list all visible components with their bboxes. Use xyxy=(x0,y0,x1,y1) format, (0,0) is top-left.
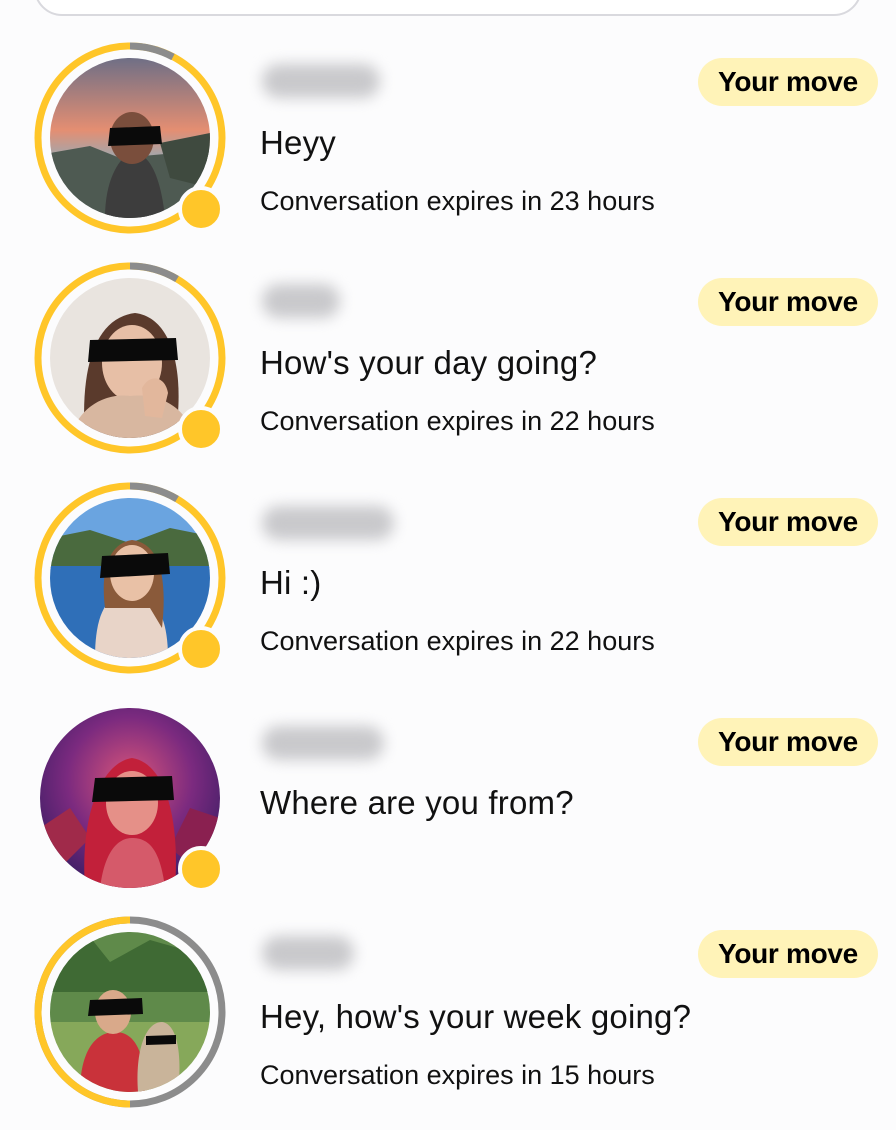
conversation-row[interactable]: Hi :) Conversation expires in 22 hours Y… xyxy=(0,478,896,698)
contact-name-redacted xyxy=(262,284,340,318)
avatar[interactable] xyxy=(32,700,228,896)
contact-name-redacted xyxy=(262,506,394,540)
avatar[interactable] xyxy=(32,480,228,676)
your-move-badge: Your move xyxy=(698,278,878,326)
last-message: Hi :) xyxy=(260,564,322,601)
conversation-row[interactable]: Heyy Conversation expires in 23 hours Yo… xyxy=(0,38,896,258)
contact-name-redacted xyxy=(262,726,384,760)
expiry-text: Conversation expires in 23 hours xyxy=(260,186,655,216)
conversation-row[interactable]: Hey, how's your week going? Conversation… xyxy=(0,910,896,1130)
last-message: Heyy xyxy=(260,124,336,161)
expiry-text: Conversation expires in 22 hours xyxy=(260,406,655,436)
last-message: How's your day going? xyxy=(260,344,598,381)
online-indicator xyxy=(178,406,224,452)
conversation-row[interactable]: Where are you from? Your move xyxy=(0,698,896,918)
conversation-list: Heyy Conversation expires in 23 hours Yo… xyxy=(0,0,896,1120)
online-indicator xyxy=(178,846,224,892)
online-indicator xyxy=(178,186,224,232)
online-indicator xyxy=(178,626,224,672)
profile-photo xyxy=(50,932,210,1092)
your-move-badge: Your move xyxy=(698,498,878,546)
your-move-badge: Your move xyxy=(698,718,878,766)
last-message: Hey, how's your week going? xyxy=(260,998,692,1035)
conversation-row[interactable]: How's your day going? Conversation expir… xyxy=(0,258,896,478)
contact-name-redacted xyxy=(262,64,380,98)
your-move-badge: Your move xyxy=(698,930,878,978)
your-move-badge: Your move xyxy=(698,58,878,106)
last-message: Where are you from? xyxy=(260,784,574,821)
avatar[interactable] xyxy=(32,40,228,236)
contact-name-redacted xyxy=(262,936,354,970)
avatar[interactable] xyxy=(32,260,228,456)
expiry-text: Conversation expires in 22 hours xyxy=(260,626,655,656)
expiry-text: Conversation expires in 15 hours xyxy=(260,1060,655,1090)
avatar[interactable] xyxy=(32,914,228,1110)
